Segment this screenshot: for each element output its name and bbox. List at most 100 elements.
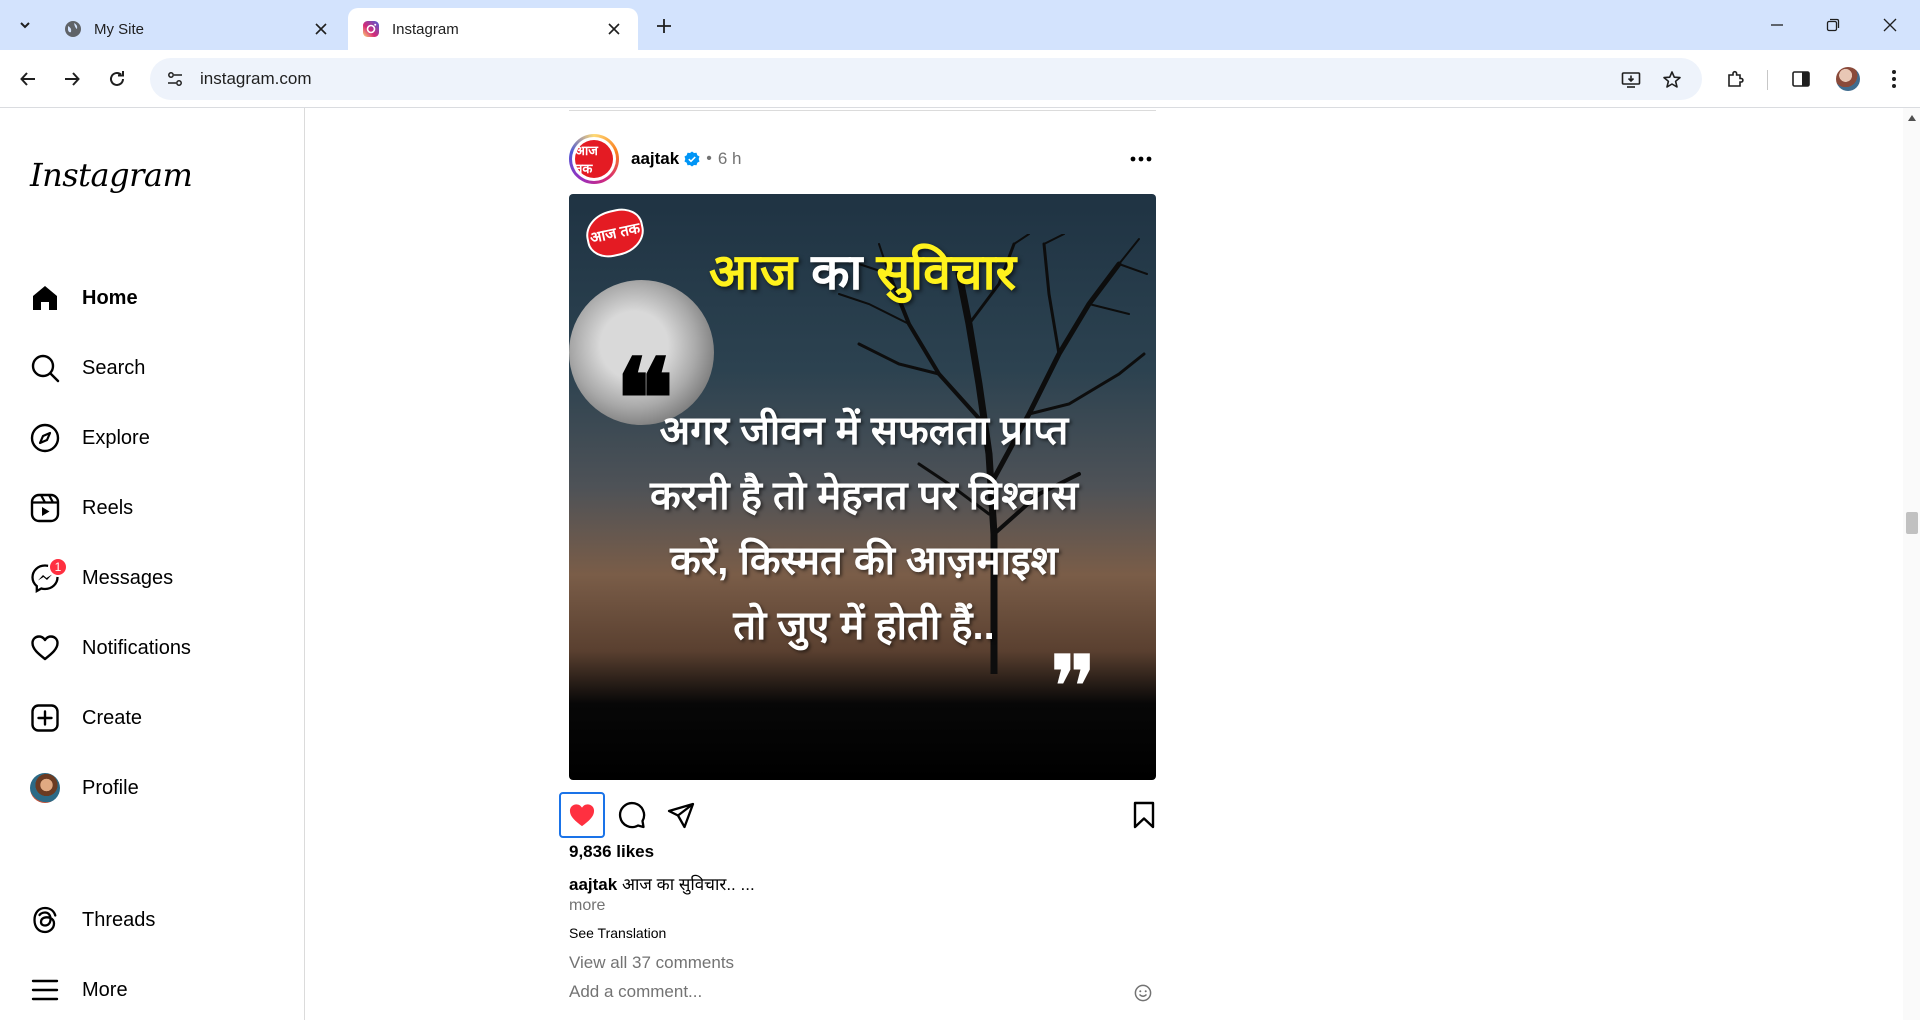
reload-icon (110, 71, 124, 86)
close-tab-icon[interactable] (311, 19, 331, 39)
emoji-icon[interactable] (1132, 982, 1154, 1004)
post-caption: aajtak आज का सुविचार.. ... (569, 872, 755, 895)
post-header: आज तक aajtak • 6 h (569, 132, 1156, 186)
heart-filled-icon (569, 804, 595, 827)
share-button[interactable] (658, 792, 704, 838)
chrome-menu-button[interactable] (1880, 65, 1908, 93)
sidebar-item-create[interactable]: Create (20, 690, 290, 746)
install-app-icon[interactable] (1617, 66, 1645, 94)
see-translation-link[interactable]: See Translation (569, 925, 666, 941)
scrollbar-thumb[interactable] (1906, 512, 1918, 534)
post-actions (559, 788, 1156, 842)
post-username[interactable]: aajtak (631, 149, 679, 169)
more-horizontal-icon (1130, 156, 1152, 162)
sidebar-item-label: Explore (82, 426, 150, 449)
comment-button[interactable] (609, 792, 655, 838)
profile-button[interactable] (1834, 65, 1862, 93)
post-image[interactable]: आज तक आज का सुविचार ❝ अगर जीवन में सफलता… (569, 194, 1156, 780)
quote-line: अगर जीवन में सफलता प्राप्त (659, 409, 1069, 453)
tab-my-site[interactable]: My Site (50, 8, 345, 50)
instagram-logo[interactable]: Instagram (30, 156, 193, 194)
heart-icon (28, 631, 62, 665)
sidebar-item-profile[interactable]: Profile (20, 760, 290, 816)
quote-line: तो जुए में होती हैं.. (733, 604, 995, 648)
sidebar-item-notifications[interactable]: Notifications (20, 620, 290, 676)
sidebar-item-explore[interactable]: Explore (20, 410, 290, 466)
sidebar-item-reels[interactable]: Reels (20, 480, 290, 536)
side-panel-button[interactable] (1787, 65, 1815, 93)
separator-dot: • (706, 150, 712, 167)
aajtak-logo: आज तक (575, 140, 613, 178)
verified-badge-icon (684, 151, 700, 167)
messenger-icon: 1 (28, 557, 68, 595)
address-bar[interactable]: instagram.com (150, 58, 1702, 100)
restore-button[interactable] (1818, 10, 1848, 40)
puzzle-icon (1728, 70, 1744, 87)
instagram-page: Instagram Home Search Explore Reels 1 Me… (0, 108, 1920, 1020)
tab-title: Instagram (392, 20, 459, 38)
close-tab-icon[interactable] (604, 19, 624, 39)
caption-username[interactable]: aajtak (569, 875, 617, 894)
minimize-button[interactable] (1762, 10, 1792, 40)
title-word: आज (708, 244, 798, 300)
side-panel-icon (1792, 71, 1810, 87)
close-window-button[interactable] (1875, 10, 1905, 40)
tab-search-button[interactable] (10, 10, 40, 40)
site-info-icon[interactable] (162, 66, 188, 92)
sidebar-item-more[interactable]: More (20, 962, 290, 1018)
image-quote-text: अगर जीवन में सफलता प्राप्त करनी है तो मे… (619, 399, 1109, 659)
sidebar-item-label: Create (82, 706, 143, 729)
quote-line: करनी है तो मेहनत पर विश्वास (649, 474, 1079, 518)
view-all-comments-link[interactable]: View all 37 comments (569, 953, 734, 973)
title-word: का (811, 244, 863, 300)
sidebar-item-label: More (82, 978, 128, 1001)
like-button[interactable] (559, 792, 605, 838)
kebab-menu-icon (1892, 70, 1896, 88)
forward-button[interactable] (58, 65, 86, 93)
title-word: सुविचार (876, 244, 1017, 300)
sidebar-item-label: Profile (82, 776, 139, 799)
sidebar-item-home[interactable]: Home (20, 270, 290, 326)
sidebar-item-threads[interactable]: Threads (20, 892, 290, 948)
sidebar-item-search[interactable]: Search (20, 340, 290, 396)
new-tab-button[interactable] (650, 12, 678, 40)
post-author-avatar[interactable]: आज तक (569, 134, 619, 184)
divider (569, 110, 1156, 111)
plus-square-icon (28, 701, 62, 735)
menu-icon (28, 973, 62, 1007)
profile-avatar-wrapper (28, 771, 62, 805)
post-options-button[interactable] (1126, 144, 1156, 174)
plus-icon (657, 19, 671, 33)
caption-text: आज का सुविचार.. ... (621, 875, 755, 894)
avatar-ring: आज तक (572, 137, 616, 181)
home-icon (28, 281, 62, 315)
tab-instagram[interactable]: Instagram (348, 8, 638, 50)
image-title: आज का सुविचार (569, 236, 1156, 304)
threads-icon (28, 903, 62, 937)
scroll-up-arrow-icon[interactable] (1906, 112, 1918, 124)
arrow-right-icon (65, 72, 80, 86)
globe-icon (64, 20, 82, 38)
save-button[interactable] (1121, 792, 1167, 838)
sidebar-item-label: Threads (82, 908, 156, 931)
instagram-favicon (362, 20, 380, 38)
comment-placeholder: Add a comment... (569, 982, 703, 1001)
sidebar: Instagram Home Search Explore Reels 1 Me… (0, 108, 305, 1020)
like-count[interactable]: 9,836 likes (569, 842, 654, 862)
extensions-button[interactable] (1722, 65, 1750, 93)
bookmark-star-icon[interactable] (1658, 66, 1686, 94)
comment-input[interactable]: Add a comment... (569, 982, 1156, 1008)
sidebar-item-label: Reels (82, 496, 134, 519)
back-button[interactable] (14, 65, 42, 93)
tab-title: My Site (94, 20, 145, 38)
reload-button[interactable] (103, 65, 131, 93)
avatar (1836, 67, 1860, 91)
page-scrollbar[interactable] (1903, 108, 1920, 1020)
caption-more-link[interactable]: more (569, 897, 605, 915)
sidebar-item-label: Home (82, 286, 138, 309)
url-text: instagram.com (200, 69, 312, 88)
sidebar-item-messages[interactable]: 1 Messages (20, 550, 290, 606)
browser-tabstrip: My Site Instagram (0, 0, 1920, 50)
browser-toolbar: instagram.com (0, 50, 1920, 108)
post-timestamp[interactable]: 6 h (718, 149, 742, 169)
